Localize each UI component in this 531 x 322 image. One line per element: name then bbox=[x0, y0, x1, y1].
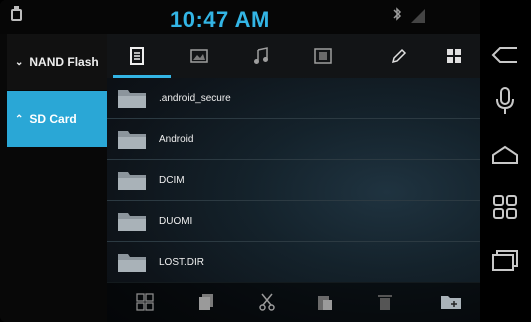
folder-icon bbox=[117, 169, 147, 191]
list-item[interactable]: LOST.DIR bbox=[107, 242, 480, 283]
file-name: LOST.DIR bbox=[159, 256, 205, 268]
file-list: .android_secure Android DCIM DUOMI LOST.… bbox=[107, 78, 480, 286]
list-item[interactable]: .android_secure bbox=[107, 78, 480, 119]
drive-label: NAND Flash bbox=[29, 55, 99, 69]
new-folder-button[interactable] bbox=[437, 288, 465, 316]
category-tabs bbox=[107, 34, 480, 78]
file-name: DCIM bbox=[159, 174, 185, 186]
folder-icon bbox=[117, 87, 147, 109]
microphone-icon bbox=[496, 87, 514, 114]
tab-music[interactable] bbox=[239, 34, 283, 78]
tab-documents[interactable] bbox=[115, 34, 159, 78]
action-toolbar bbox=[107, 282, 480, 322]
drive-item-nand-flash[interactable]: ⌄ NAND Flash bbox=[7, 34, 107, 90]
video-icon bbox=[314, 48, 332, 64]
copy-icon bbox=[199, 294, 213, 310]
cut-icon bbox=[259, 293, 275, 311]
file-name: DUOMI bbox=[159, 215, 193, 227]
clock: 10:47 AM bbox=[170, 7, 270, 32]
drive-sidebar: ⌄ NAND Flash ⌃ SD Card bbox=[0, 34, 107, 322]
select-all-button[interactable] bbox=[131, 288, 159, 316]
home-icon bbox=[492, 145, 518, 164]
copy-button[interactable] bbox=[192, 288, 220, 316]
apps-grid-icon bbox=[493, 195, 517, 219]
list-item[interactable]: DCIM bbox=[107, 160, 480, 201]
delete-icon bbox=[378, 295, 392, 310]
folder-icon bbox=[117, 251, 147, 273]
back-icon bbox=[491, 47, 517, 63]
select-all-icon bbox=[136, 293, 154, 311]
document-icon bbox=[130, 47, 144, 65]
home-button[interactable] bbox=[490, 140, 520, 170]
bluetooth-icon bbox=[392, 6, 402, 25]
image-icon bbox=[190, 49, 208, 63]
status-bar: 10:47 AM bbox=[0, 0, 480, 34]
drive-label: SD Card bbox=[29, 112, 77, 126]
file-browser: .android_secure Android DCIM DUOMI LOST.… bbox=[107, 34, 480, 322]
tab-grid-view[interactable] bbox=[432, 34, 476, 78]
cut-button[interactable] bbox=[253, 288, 281, 316]
list-item[interactable]: Android bbox=[107, 119, 480, 160]
all-apps-button[interactable] bbox=[490, 192, 520, 222]
music-icon bbox=[254, 47, 268, 64]
pencil-icon bbox=[391, 48, 407, 64]
sd-notification-icon bbox=[11, 6, 22, 21]
file-name: Android bbox=[159, 133, 194, 145]
paste-icon bbox=[318, 296, 332, 310]
paste-button[interactable] bbox=[311, 288, 339, 316]
file-name: .android_secure bbox=[159, 92, 231, 104]
chevron-up-icon: ⌃ bbox=[15, 113, 24, 125]
back-button[interactable] bbox=[490, 40, 520, 70]
voice-search-button[interactable] bbox=[490, 86, 520, 116]
tab-edit[interactable] bbox=[377, 34, 421, 78]
folder-icon bbox=[117, 128, 147, 150]
signal-icon bbox=[411, 9, 425, 23]
tab-video[interactable] bbox=[301, 34, 345, 78]
folder-icon bbox=[117, 210, 147, 232]
drive-item-sd-card[interactable]: ⌃ SD Card bbox=[7, 91, 107, 147]
list-item[interactable]: DUOMI bbox=[107, 201, 480, 242]
delete-button[interactable] bbox=[371, 288, 399, 316]
new-folder-icon bbox=[441, 296, 461, 309]
system-nav-bar bbox=[480, 0, 531, 322]
grid-view-icon bbox=[447, 49, 461, 63]
recent-apps-button[interactable] bbox=[490, 245, 520, 275]
screen: 10:47 AM ⌄ NAND Flash ⌃ SD Card .android… bbox=[0, 0, 531, 322]
chevron-down-icon: ⌄ bbox=[15, 56, 24, 68]
tab-images[interactable] bbox=[177, 34, 221, 78]
recent-apps-icon bbox=[492, 250, 518, 271]
